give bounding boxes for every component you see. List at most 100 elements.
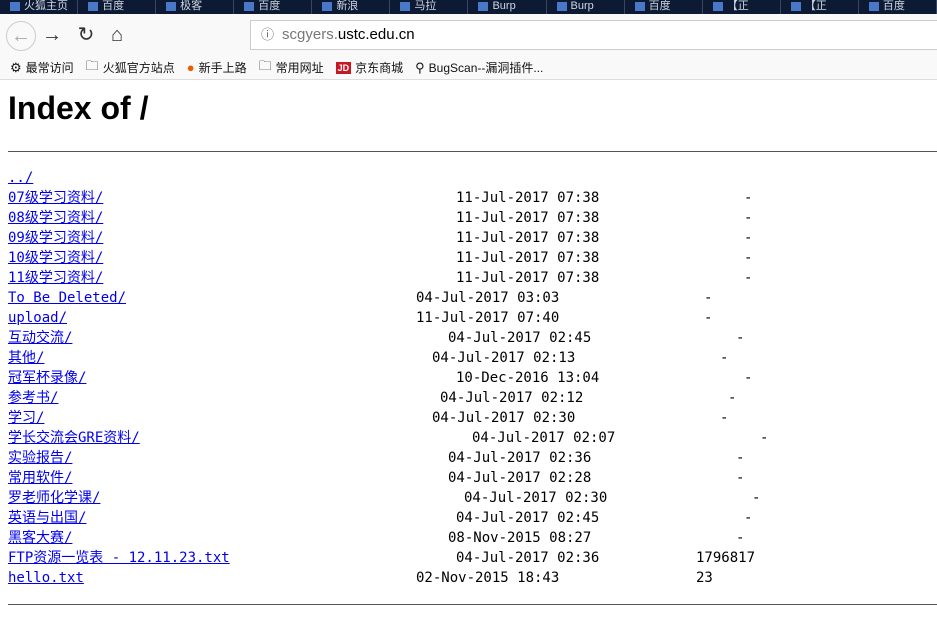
- browser-tab[interactable]: 【正: [781, 0, 859, 14]
- entry-link[interactable]: hello.txt: [8, 568, 84, 588]
- url-subdomain: scgyers.: [282, 26, 338, 43]
- browser-tab[interactable]: 极客: [156, 0, 235, 14]
- tab-label: 新浪: [336, 0, 359, 12]
- bookmark-getting-started[interactable]: ● 新手上路: [187, 59, 247, 76]
- listing-row: 英语与出国/04-Jul-2017 02:45 -: [0, 508, 937, 528]
- browser-tab[interactable]: Burp: [468, 0, 547, 14]
- bookmark-label: 京东商城: [355, 61, 404, 75]
- entry-size: 23: [696, 570, 713, 586]
- browser-tab[interactable]: 马拉: [390, 0, 469, 14]
- bookmark-label: BugScan--漏洞插件...: [428, 61, 544, 75]
- listing-row: To Be Deleted/04-Jul-2017 03:03 -: [0, 288, 937, 308]
- entry-link[interactable]: 09级学习资料/: [8, 228, 103, 248]
- browser-tab[interactable]: 新浪: [312, 0, 391, 14]
- entry-link[interactable]: 11级学习资料/: [8, 268, 103, 288]
- bookmark-label: 火狐官方站点: [102, 61, 175, 75]
- browser-tab[interactable]: 百度: [859, 0, 937, 14]
- info-icon[interactable]: ⓘ: [261, 27, 274, 42]
- tab-label: 火狐主页: [24, 0, 68, 12]
- entry-date: 11-Jul-2017 07:40: [416, 310, 560, 326]
- entry-link[interactable]: FTP资源一览表 - 12.11.23.txt: [8, 548, 230, 568]
- tab-favicon-icon: [166, 1, 177, 11]
- browser-tab[interactable]: 百度: [625, 0, 703, 14]
- browser-tab[interactable]: 火狐主页: [0, 0, 79, 14]
- entry-link[interactable]: 英语与出国/: [8, 508, 86, 528]
- entry-size: -: [744, 510, 753, 526]
- url-domain: ustc.edu.cn: [337, 26, 415, 43]
- listing-row: 罗老师化学课/04-Jul-2017 02:30 -: [0, 488, 937, 508]
- tab-label: 百度: [258, 0, 281, 12]
- bookmark-label: 常用网址: [275, 61, 324, 75]
- entry-date: 11-Jul-2017 07:38: [456, 230, 600, 246]
- listing-row: upload/11-Jul-2017 07:40 -: [0, 308, 937, 328]
- entry-date: 02-Nov-2015 18:43: [416, 570, 560, 586]
- tab-bar: 火狐主页 百度 极客 百度 新浪 马拉 Burp Burp 百度 【正 【正 百度: [0, 0, 937, 14]
- entry-link[interactable]: 10级学习资料/: [8, 248, 103, 268]
- gear-icon: ⚙: [10, 59, 22, 75]
- listing-row: 互动交流/04-Jul-2017 02:45 -: [0, 328, 937, 348]
- listing-row: hello.txt 02-Nov-2015 18:43 23: [0, 568, 937, 588]
- listing-row: FTP资源一览表 - 12.11.23.txt 04-Jul-2017 02:36…: [0, 548, 937, 568]
- reload-button[interactable]: ↻: [72, 21, 100, 49]
- entry-size: -: [736, 450, 745, 466]
- page-title: Index of /: [8, 90, 149, 126]
- forward-button[interactable]: →: [38, 21, 66, 49]
- divider: [8, 604, 937, 605]
- entry-link[interactable]: 互动交流/: [8, 328, 72, 348]
- entry-date: 11-Jul-2017 07:38: [456, 270, 600, 286]
- entry-size: -: [744, 370, 753, 386]
- entry-size: -: [704, 290, 713, 306]
- url-bar[interactable]: ⓘ scgyers.ustc.edu.cn: [250, 20, 937, 50]
- listing-row: 参考书/04-Jul-2017 02:12 -: [0, 388, 937, 408]
- tab-label: Burp: [492, 0, 516, 12]
- firefox-icon: ●: [186, 60, 195, 75]
- entry-link[interactable]: 冠军杯录像/: [8, 368, 86, 388]
- navigation-bar: ← → ↻ ⌂ ⓘ scgyers.ustc.edu.cn: [0, 14, 937, 56]
- tab-favicon-icon: [478, 1, 489, 11]
- browser-tab[interactable]: 【正: [703, 0, 781, 14]
- entry-link[interactable]: upload/: [8, 308, 67, 328]
- entry-link[interactable]: To Be Deleted/: [8, 288, 126, 308]
- entry-size: -: [744, 210, 753, 226]
- entry-link[interactable]: 学习/: [8, 408, 44, 428]
- tab-label: 百度: [102, 0, 125, 12]
- tab-favicon-icon: [244, 1, 255, 11]
- entry-size: -: [720, 350, 729, 366]
- entry-link[interactable]: 08级学习资料/: [8, 208, 103, 228]
- bookmark-most-visited[interactable]: ⚙ 最常访问: [10, 59, 74, 76]
- listing-row: 学长交流会GRE资料/04-Jul-2017 02:07 -: [0, 428, 937, 448]
- browser-tab[interactable]: Burp: [547, 0, 625, 14]
- bookmark-common-sites[interactable]: 🗀 常用网址: [259, 57, 324, 79]
- entry-date: 04-Jul-2017 02:36: [448, 450, 592, 466]
- entry-link[interactable]: 实验报告/: [8, 448, 72, 468]
- entry-link[interactable]: ../: [8, 168, 33, 188]
- home-button[interactable]: ⌂: [103, 21, 131, 49]
- entry-date: 04-Jul-2017 02:12: [440, 390, 584, 406]
- entry-date: 11-Jul-2017 07:38: [456, 210, 600, 226]
- entry-size: -: [736, 530, 745, 546]
- entry-link[interactable]: 其他/: [8, 348, 44, 368]
- back-button[interactable]: ←: [6, 21, 36, 51]
- entry-link[interactable]: 学长交流会GRE资料/: [8, 428, 140, 448]
- jd-icon: JD: [335, 61, 352, 74]
- bookmark-firefox-sites[interactable]: 🗀 火狐官方站点: [86, 57, 175, 79]
- entry-size: -: [728, 390, 737, 406]
- browser-tab[interactable]: 百度: [234, 0, 313, 14]
- tab-label: 百度: [648, 0, 671, 12]
- entry-size: -: [704, 310, 713, 326]
- listing-row: 常用软件/04-Jul-2017 02:28 -: [0, 468, 937, 488]
- listing-row: 07级学习资料/11-Jul-2017 07:38 -: [0, 188, 937, 208]
- entry-link[interactable]: 黑客大赛/: [8, 528, 72, 548]
- entry-date: 11-Jul-2017 07:38: [456, 250, 600, 266]
- bookmark-jd[interactable]: JD 京东商城: [335, 59, 404, 76]
- entry-link[interactable]: 罗老师化学课/: [8, 488, 100, 508]
- browser-tab[interactable]: 百度: [78, 0, 157, 14]
- entry-size: -: [744, 190, 753, 206]
- tab-favicon-icon: [712, 1, 723, 11]
- entry-date: 04-Jul-2017 02:13: [432, 350, 576, 366]
- bookmark-bugscan[interactable]: ⚲ BugScan--漏洞插件...: [415, 59, 543, 76]
- listing-row: 冠军杯录像/10-Dec-2016 13:04 -: [0, 368, 937, 388]
- entry-link[interactable]: 参考书/: [8, 388, 58, 408]
- entry-link[interactable]: 常用软件/: [8, 468, 72, 488]
- entry-link[interactable]: 07级学习资料/: [8, 188, 103, 208]
